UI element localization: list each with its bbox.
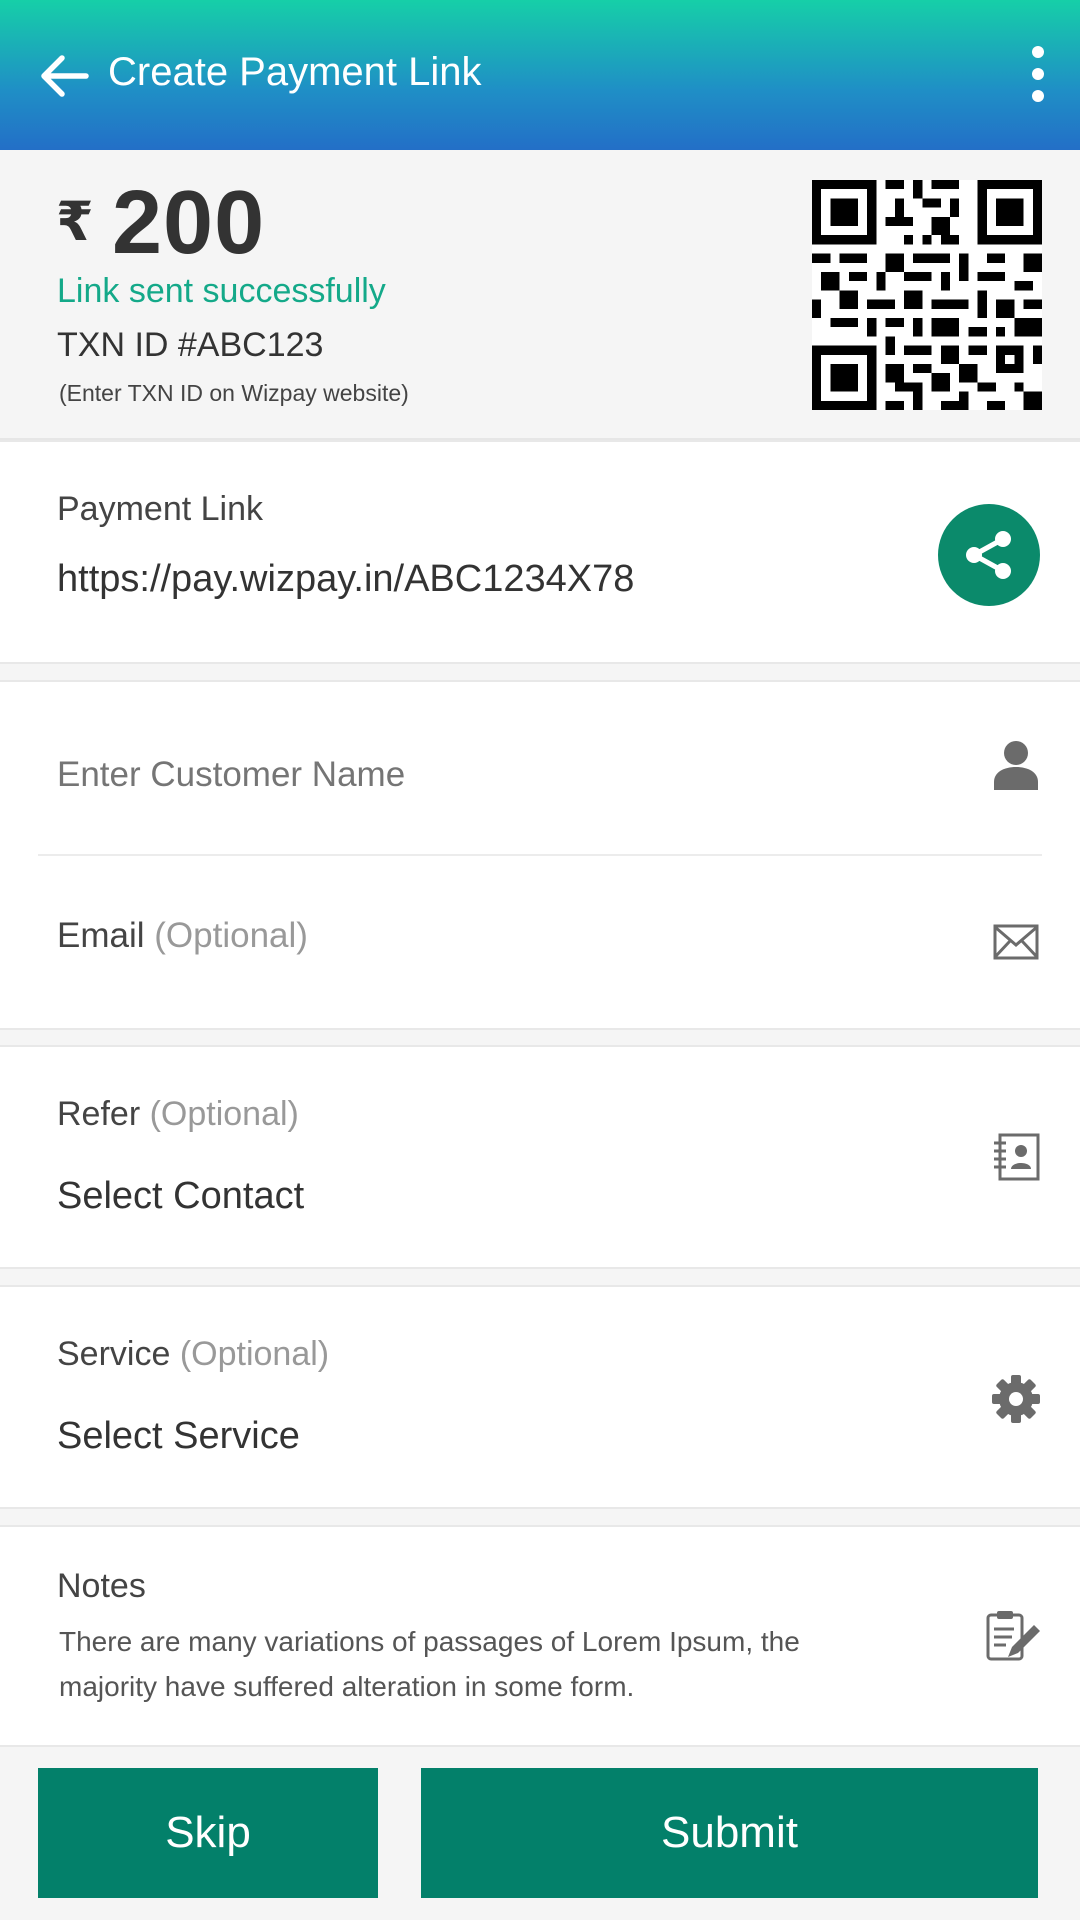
mail-icon [990,916,1042,968]
app-bar: Create Payment Link [0,0,1080,150]
submit-button[interactable]: Submit [421,1768,1038,1898]
gear-icon[interactable] [990,1373,1042,1425]
share-icon [966,531,1011,579]
share-button[interactable] [938,504,1040,606]
status-message: Link sent successfully [57,272,386,310]
edit-note-icon[interactable] [982,1607,1042,1667]
service-label-text: Service [57,1335,171,1373]
payment-summary: ₹ 200 Link sent successfully TXN ID #ABC… [0,150,1080,440]
service-card[interactable]: Service (Optional) Select Service [0,1285,1080,1509]
field-divider [38,854,1042,856]
customer-card: Email (Optional) [0,680,1080,1030]
service-optional-label: (Optional) [179,1335,330,1373]
payment-link-card: Payment Link https://pay.wizpay.in/ABC12… [0,440,1080,664]
page-title: Create Payment Link [108,50,482,94]
notes-label: Notes [57,1567,146,1605]
currency-symbol: ₹ [56,192,94,252]
skip-button[interactable]: Skip [38,1768,378,1898]
refer-label-text: Refer [57,1095,141,1133]
person-icon [990,738,1042,790]
action-bar: Skip Submit [0,1747,1080,1920]
payment-link-url[interactable]: https://pay.wizpay.in/ABC1234X78 [57,558,634,601]
email-optional-label: (Optional) [154,916,308,955]
arrow-left-icon[interactable] [36,48,92,104]
amount-value: 200 [112,173,266,273]
refer-card[interactable]: Refer (Optional) Select Contact [0,1045,1080,1269]
email-label: Email [57,916,145,955]
more-vertical-icon[interactable] [1016,40,1060,108]
refer-label: Refer (Optional) [57,1095,299,1134]
refer-optional-label: (Optional) [149,1095,299,1133]
contact-book-icon[interactable] [990,1131,1042,1183]
select-contact[interactable]: Select Contact [57,1175,304,1218]
txn-hint: (Enter TXN ID on Wizpay website) [59,380,409,406]
payment-link-label: Payment Link [57,490,263,528]
select-service[interactable]: Select Service [57,1415,300,1458]
txn-id: TXN ID #ABC123 [57,326,324,364]
service-label: Service (Optional) [57,1335,329,1374]
notes-text[interactable]: There are many variations of passages of… [59,1619,819,1709]
notes-card[interactable]: Notes There are many variations of passa… [0,1525,1080,1747]
customer-name-input[interactable] [57,750,957,800]
email-field[interactable]: Email (Optional) [57,916,308,956]
qr-code [812,180,1042,410]
